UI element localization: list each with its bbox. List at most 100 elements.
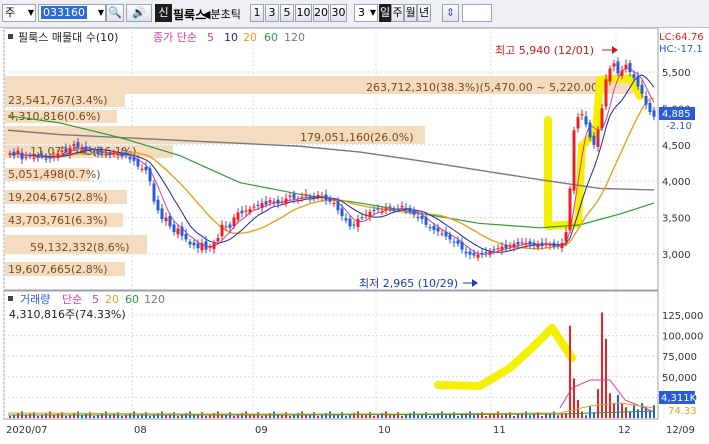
year-tab[interactable]: 년: [417, 4, 431, 22]
new-badge: 신: [155, 4, 172, 22]
current-volume-text: 4,310,816주(74.33%): [9, 308, 126, 321]
volume-bar: [233, 415, 235, 418]
candle-body: [476, 254, 480, 258]
new-badge-text: 신: [158, 6, 169, 19]
candle-body: [612, 63, 616, 67]
candle-body: [448, 234, 452, 240]
volume-bar: [641, 403, 643, 418]
candle-body: [584, 116, 588, 125]
volume-bar: [545, 414, 547, 418]
candle-body: [340, 208, 344, 217]
up-down-arrow-button[interactable]: ⇕: [442, 4, 459, 22]
candle-body: [492, 249, 496, 251]
candle-body: [60, 150, 64, 152]
extra-input[interactable]: [462, 4, 492, 22]
candle-body: [284, 198, 288, 204]
magnifier-icon: 🔍: [108, 6, 122, 19]
period-button-label: 10: [296, 6, 311, 19]
volume-bar: [261, 415, 263, 418]
candle-body: [288, 195, 292, 197]
period-prefix[interactable]: ◀분초틱: [202, 6, 241, 22]
month-tab[interactable]: 월: [404, 4, 417, 22]
candle-body: [8, 153, 12, 155]
period-button-10[interactable]: 10: [295, 4, 312, 22]
volume-bar: [453, 412, 455, 418]
candle-body: [388, 206, 392, 208]
chevron-down-icon: ▼: [369, 8, 376, 17]
volume-bar: [525, 411, 527, 418]
candle-body: [144, 167, 148, 171]
week-tab[interactable]: 주: [391, 4, 404, 22]
day-tab[interactable]: 일: [379, 4, 391, 22]
candle-body: [148, 168, 152, 182]
candle-body: [56, 153, 60, 158]
volume-bar: [501, 415, 503, 418]
day-tab-label: 일: [380, 6, 391, 19]
volume-bar: [629, 411, 631, 418]
volume-bar: [589, 406, 591, 418]
volume-bar: [249, 415, 251, 418]
period-button-30[interactable]: 30: [330, 4, 347, 22]
candle-body: [96, 150, 100, 154]
candle-body: [204, 241, 208, 250]
candle-body: [24, 157, 28, 159]
candle-body: [560, 243, 564, 249]
volume-bar: [65, 415, 67, 418]
volume-bar: [457, 415, 459, 418]
market-select[interactable]: 주 ▼: [2, 4, 36, 22]
volume-bar: [585, 415, 587, 418]
candle-body: [516, 241, 520, 245]
volume-bar: [113, 413, 115, 418]
candle-body: [392, 209, 396, 211]
candle-body: [416, 216, 420, 218]
candle-body: [332, 203, 336, 205]
candle-body: [432, 225, 436, 230]
candle-body: [464, 251, 468, 254]
candle-body: [408, 207, 412, 212]
candle-body: [208, 246, 212, 248]
candle-body: [260, 203, 264, 209]
candle-body: [412, 209, 416, 215]
count-select[interactable]: 3 ▼: [354, 4, 378, 22]
vol-ma20-legend: 20: [105, 293, 119, 306]
volume-bar: [529, 415, 531, 418]
candle-body: [224, 226, 228, 228]
candle-body: [264, 201, 268, 205]
candle-body: [544, 243, 548, 245]
candle-body: [88, 148, 92, 150]
candle-body: [576, 117, 580, 129]
candle-body: [608, 68, 612, 82]
stock-code-input[interactable]: 033160 ▼: [38, 4, 106, 22]
candle-body: [424, 217, 428, 225]
candle-body: [524, 243, 528, 245]
period-button-3[interactable]: 3: [265, 4, 279, 22]
candle-body: [548, 244, 552, 246]
period-button-20[interactable]: 20: [313, 4, 329, 22]
search-button[interactable]: 🔍: [106, 4, 124, 22]
period-button-5[interactable]: 5: [280, 4, 294, 22]
volume-bar: [541, 415, 543, 418]
ma10-legend: 10: [224, 31, 238, 44]
volume-bar: [609, 393, 611, 418]
period-button-label: 3: [268, 6, 276, 19]
candle-body: [72, 144, 76, 146]
candle-body: [376, 208, 380, 210]
candle-body: [484, 252, 488, 254]
speaker-icon: 🔊: [132, 6, 146, 19]
year-tab-label: 년: [418, 6, 430, 19]
candle-body: [396, 208, 400, 210]
volume-bar: [621, 403, 623, 418]
candle-body: [160, 208, 164, 220]
ma20-legend: 20: [243, 31, 257, 44]
candle-body: [48, 157, 52, 159]
sound-button[interactable]: 🔊: [126, 4, 152, 22]
candle-body: [440, 233, 444, 235]
volume-bar: [597, 389, 599, 418]
period-button-1[interactable]: 1: [250, 4, 264, 22]
candle-body: [444, 231, 448, 237]
y-tick-label: 3,500: [662, 214, 691, 225]
candle-body: [68, 147, 72, 155]
candle-body: [320, 196, 324, 198]
candle-body: [624, 64, 628, 69]
volume-bar: [85, 413, 87, 418]
